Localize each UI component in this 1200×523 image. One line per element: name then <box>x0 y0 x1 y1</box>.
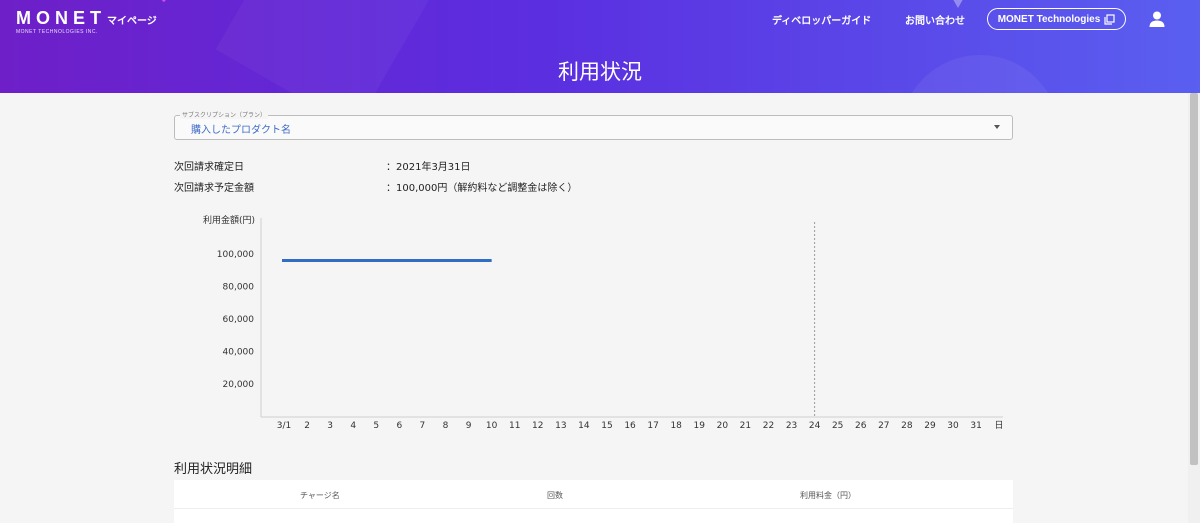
chart-x-tick-label: 4 <box>350 421 356 431</box>
chart-x-axis-unit: 日 <box>994 420 1003 431</box>
chart-y-tick-label: 100,000 <box>217 250 254 260</box>
chart-x-tick-label: 18 <box>670 421 682 431</box>
chart-y-tick-label: 20,000 <box>223 380 255 390</box>
chart-x-tick-label: 30 <box>947 421 959 431</box>
chart-y-tick-label: 80,000 <box>223 283 255 293</box>
chart-x-tick-label: 8 <box>443 421 449 431</box>
chart-x-tick-label: 14 <box>578 421 590 431</box>
chart-x-tick-label: 22 <box>763 421 774 431</box>
usage-details-title: 利用状況明細 <box>174 462 253 477</box>
chart-x-tick-label: 10 <box>486 421 498 431</box>
column-header-count: 回数 <box>547 491 563 500</box>
chart-y-tick-label: 60,000 <box>223 315 255 325</box>
column-header-fee: 利用料金（円） <box>800 491 856 500</box>
chart-x-tick-label: 29 <box>924 421 936 431</box>
chart-x-tick-label: 3 <box>327 421 333 431</box>
chart-x-tick-label: 2 <box>304 421 310 431</box>
chart-x-tick-label: 13 <box>555 421 566 431</box>
chart-x-tick-label: 23 <box>786 421 797 431</box>
chart-x-tick-label: 16 <box>624 421 636 431</box>
chart-x-tick-label: 28 <box>901 421 913 431</box>
chart-x-tick-label: 19 <box>694 421 706 431</box>
chart-x-tick-label: 26 <box>855 421 867 431</box>
table-divider <box>174 508 1013 509</box>
chart-x-tick-label: 20 <box>717 421 729 431</box>
chart-x-tick-label: 25 <box>832 421 843 431</box>
chart-x-tick-label: 6 <box>396 421 402 431</box>
chart-x-tick-label: 3/1 <box>277 421 291 431</box>
chart-x-tick-label: 11 <box>509 421 520 431</box>
chart-x-tick-label: 15 <box>601 421 612 431</box>
chart-x-tick-label: 17 <box>647 421 658 431</box>
chart-x-tick-label: 5 <box>373 421 379 431</box>
chart-x-tick-label: 27 <box>878 421 889 431</box>
usage-details-table <box>174 480 1013 523</box>
column-header-charge-name: チャージ名 <box>300 491 340 500</box>
chart-x-tick-label: 24 <box>809 421 821 431</box>
chart-x-tick-label: 12 <box>532 421 543 431</box>
chart-y-tick-label: 40,000 <box>223 348 255 358</box>
chart-x-tick-label: 31 <box>970 421 981 431</box>
chart-y-axis-label: 利用金額(円) <box>203 214 255 226</box>
chart-x-tick-label: 7 <box>420 421 426 431</box>
usage-chart: 利用金額(円) 100,000 80,000 60,000 40,000 20,000 3/… <box>203 214 1004 431</box>
chart-x-tick-label: 21 <box>740 421 751 431</box>
chart-x-tick-label: 9 <box>466 421 472 431</box>
